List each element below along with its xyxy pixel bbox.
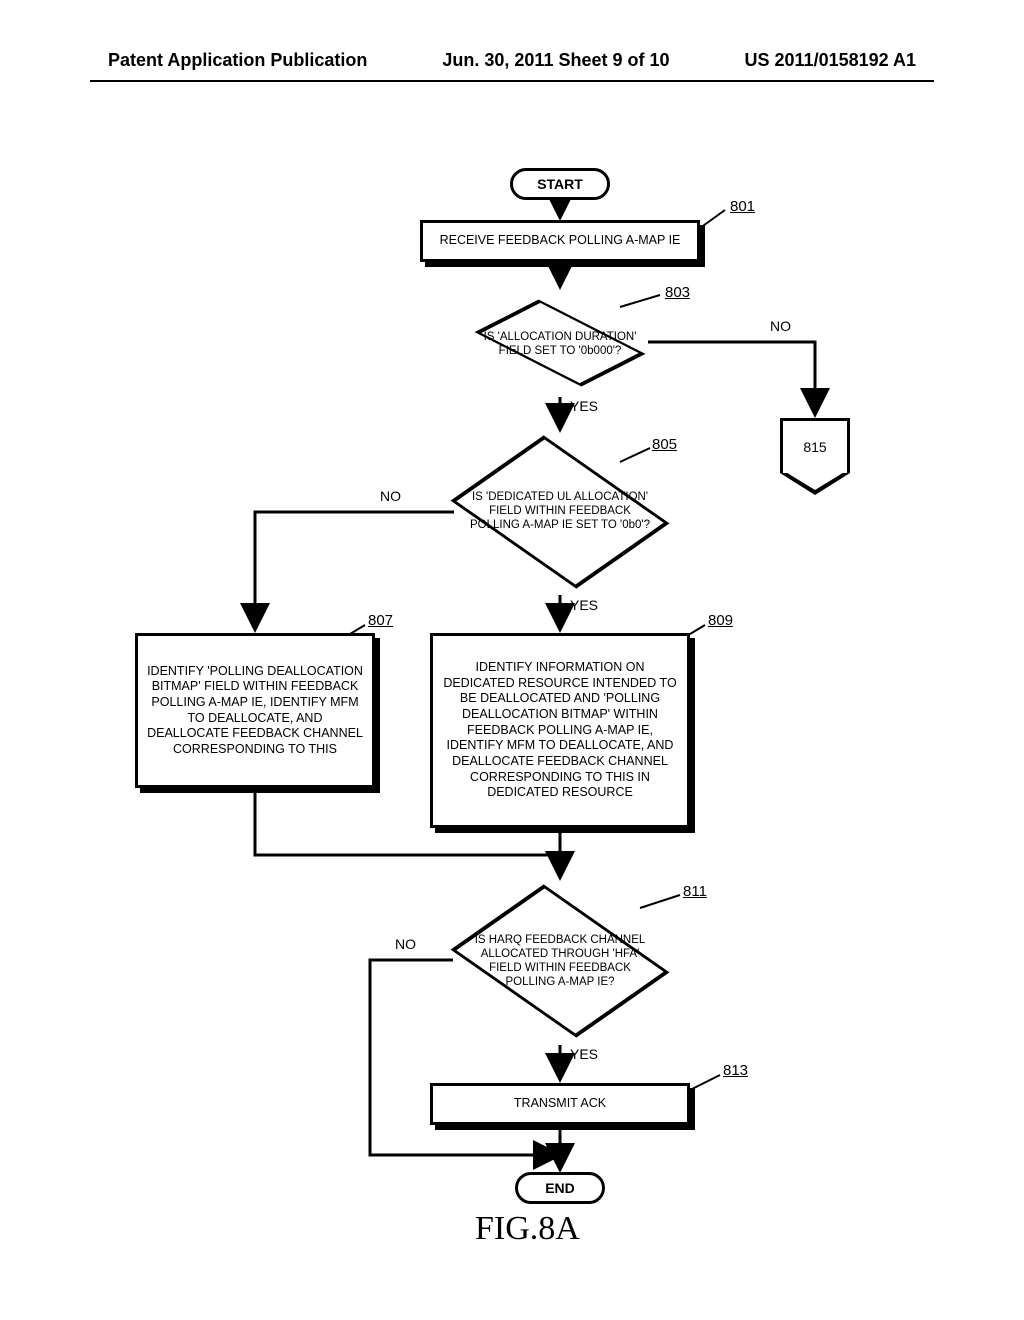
branch-811-no: NO [395, 936, 416, 952]
ref-809: 809 [708, 612, 733, 629]
header-right: US 2011/0158192 A1 [745, 50, 916, 71]
figure-caption: FIG.8A [475, 1210, 580, 1248]
process-807-text: IDENTIFY 'POLLING DEALLOCATION BITMAP' F… [146, 664, 364, 758]
decision-803 [475, 299, 646, 386]
branch-803-no: NO [770, 318, 791, 334]
decision-811 [451, 884, 670, 1037]
terminator-start: START [510, 168, 610, 200]
process-801: RECEIVE FEEDBACK POLLING A-MAP IE [420, 220, 700, 262]
offpage-815: 815 [780, 418, 850, 473]
header-center: Jun. 30, 2011 Sheet 9 of 10 [442, 50, 669, 71]
start-label: START [537, 176, 583, 192]
offpage-815-text: 815 [803, 439, 826, 455]
decision-805 [451, 435, 670, 588]
process-813-text: TRANSMIT ACK [514, 1096, 606, 1112]
ref-807: 807 [368, 612, 393, 629]
end-label: END [545, 1180, 575, 1196]
page-header: Patent Application Publication Jun. 30, … [0, 50, 1024, 71]
process-809: IDENTIFY INFORMATION ON DEDICATED RESOUR… [430, 633, 690, 828]
flowchart: START RECEIVE FEEDBACK POLLING A-MAP IE … [0, 150, 1024, 1250]
branch-805-no: NO [380, 488, 401, 504]
ref-813: 813 [723, 1062, 748, 1079]
ref-803: 803 [665, 284, 690, 301]
branch-811-yes: YES [570, 1046, 598, 1062]
ref-811: 811 [683, 883, 707, 900]
ref-805: 805 [652, 436, 677, 453]
process-813: TRANSMIT ACK [430, 1083, 690, 1125]
header-left: Patent Application Publication [108, 50, 367, 71]
process-807: IDENTIFY 'POLLING DEALLOCATION BITMAP' F… [135, 633, 375, 788]
process-801-text: RECEIVE FEEDBACK POLLING A-MAP IE [440, 233, 681, 249]
process-809-text: IDENTIFY INFORMATION ON DEDICATED RESOUR… [441, 660, 679, 801]
branch-805-yes: YES [570, 597, 598, 613]
branch-803-yes: YES [570, 398, 598, 414]
ref-801: 801 [730, 198, 755, 215]
terminator-end: END [515, 1172, 605, 1204]
header-divider [90, 80, 934, 82]
